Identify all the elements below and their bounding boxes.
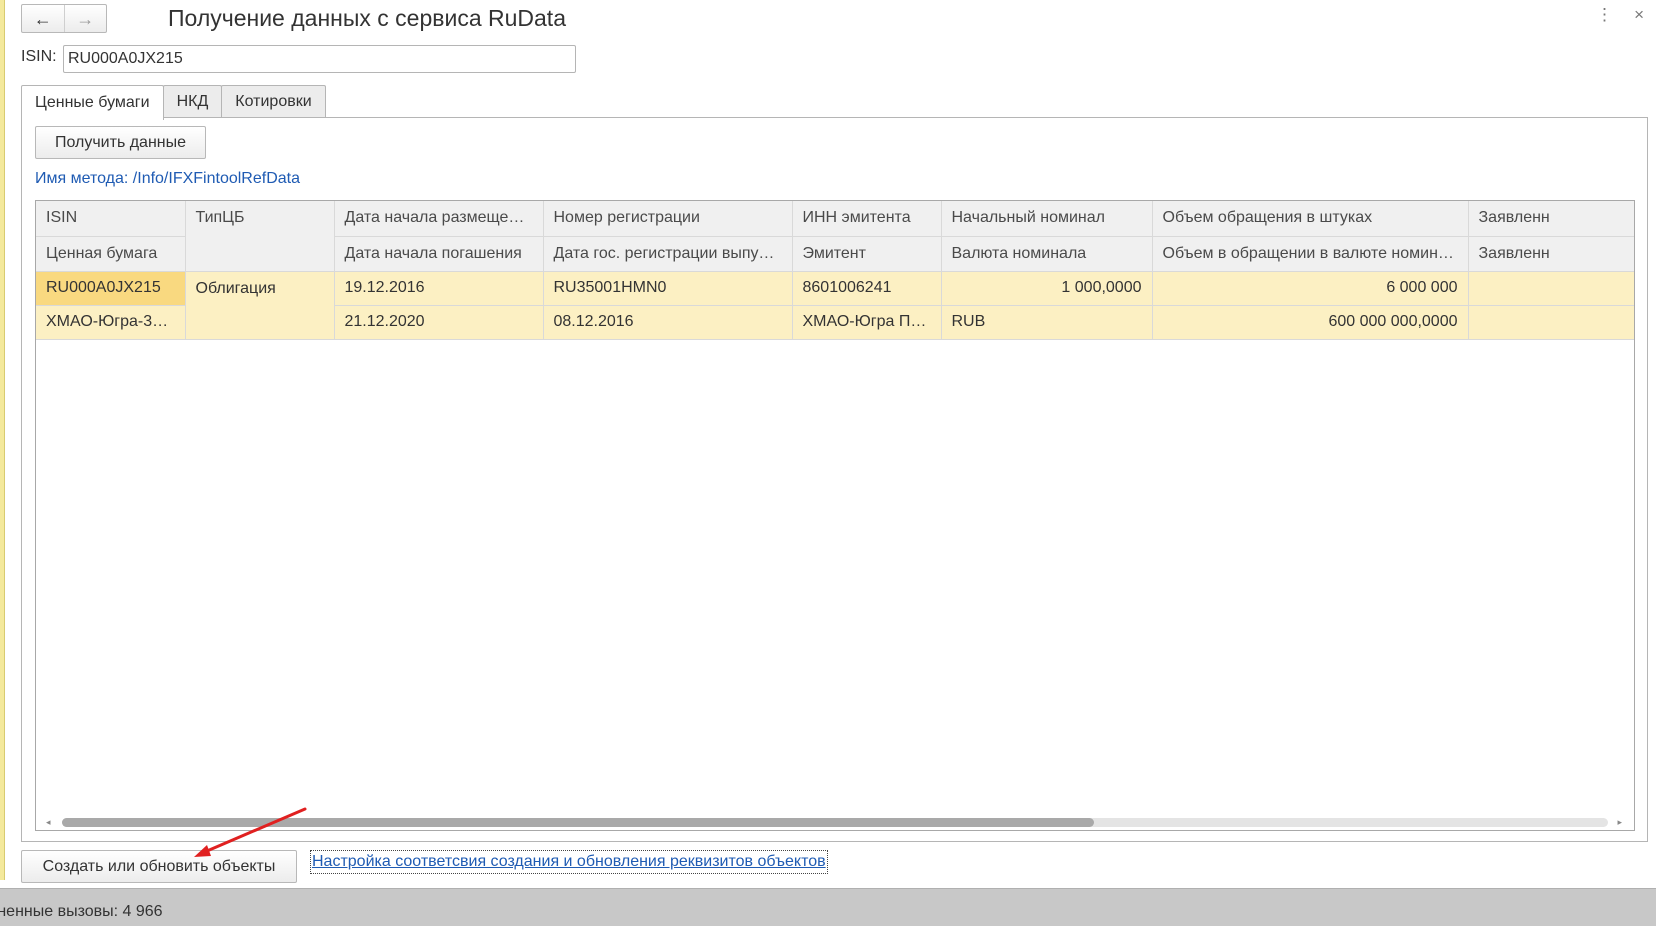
- table-cell[interactable]: RU000A0JX215: [36, 271, 186, 306]
- column-header[interactable]: Объем в обращении в валюте номинала: [1152, 236, 1469, 272]
- scroll-track[interactable]: [62, 818, 1608, 827]
- column-header[interactable]: Ценная бумага: [36, 236, 186, 272]
- tab-nkd[interactable]: НКД: [162, 85, 223, 118]
- column-header[interactable]: Заявленн: [1468, 201, 1634, 237]
- table-cell[interactable]: 6 000 000: [1152, 271, 1469, 306]
- table-cell[interactable]: [1468, 305, 1634, 340]
- column-header[interactable]: ISIN: [36, 201, 186, 237]
- column-header[interactable]: Номер регистрации: [543, 201, 793, 237]
- method-name-label: Имя метода: /Info/IFXFintoolRefData: [35, 170, 300, 187]
- column-header[interactable]: Начальный номинал: [941, 201, 1153, 237]
- table-cell[interactable]: 21.12.2020: [334, 305, 544, 340]
- get-data-button[interactable]: Получить данные: [35, 126, 206, 159]
- navigation-buttons: ← →: [21, 4, 107, 33]
- forward-arrow-icon[interactable]: →: [63, 5, 107, 32]
- column-header[interactable]: ТипЦБ: [185, 201, 335, 272]
- table-cell[interactable]: [1468, 271, 1634, 306]
- left-edge-strip: [0, 0, 5, 880]
- settings-link[interactable]: Настройка соответсвия создания и обновле…: [310, 850, 828, 874]
- create-update-objects-button[interactable]: Создать или обновить объекты: [21, 850, 297, 883]
- close-icon[interactable]: ×: [1634, 6, 1644, 23]
- horizontal-scrollbar[interactable]: ◂ ▸: [36, 814, 1634, 830]
- back-arrow-icon[interactable]: ←: [22, 5, 64, 32]
- table-cell[interactable]: 8601006241: [792, 271, 942, 306]
- tab-securities[interactable]: Ценные бумаги: [21, 85, 164, 120]
- table-cell[interactable]: 600 000 000,0000: [1152, 305, 1469, 340]
- table-cell[interactable]: RUB: [941, 305, 1153, 340]
- column-header[interactable]: Заявленн: [1468, 236, 1634, 272]
- table-cell[interactable]: ХМАО-Югра-35…: [36, 305, 186, 340]
- column-header[interactable]: ИНН эмитента: [792, 201, 942, 237]
- securities-table[interactable]: ISIN ТипЦБ Дата начала размещения Номер …: [35, 200, 1635, 831]
- tab-quotes[interactable]: Котировки: [221, 85, 326, 118]
- column-header[interactable]: Дата гос. регистрации выпуска: [543, 236, 793, 272]
- scroll-right-icon[interactable]: ▸: [1617, 815, 1622, 829]
- isin-label: ISIN:: [21, 48, 57, 65]
- table-cell[interactable]: 1 000,0000: [941, 271, 1153, 306]
- scroll-thumb[interactable]: [62, 818, 1094, 827]
- tab-bar: Ценные бумаги НКД Котировки: [21, 85, 326, 120]
- column-header[interactable]: Дата начала размещения: [334, 201, 544, 237]
- table-row[interactable]: RU000A0JX215 Облигация 19.12.2016 RU3500…: [36, 271, 1634, 340]
- column-header[interactable]: Объем обращения в штуках: [1152, 201, 1469, 237]
- page-title: Получение данных с сервиса RuData: [168, 5, 566, 31]
- table-cell[interactable]: 08.12.2016: [543, 305, 793, 340]
- table-cell[interactable]: ХМАО-Югра Пр…: [792, 305, 942, 340]
- table-cell[interactable]: RU35001HMN0: [543, 271, 793, 306]
- column-header[interactable]: Валюта номинала: [941, 236, 1153, 272]
- more-menu-icon[interactable]: ⋮: [1596, 6, 1613, 23]
- status-text: лненные вызовы: 4 966: [0, 903, 163, 920]
- scroll-left-icon[interactable]: ◂: [46, 815, 51, 829]
- isin-input[interactable]: [63, 45, 576, 73]
- column-header[interactable]: Дата начала погашения: [334, 236, 544, 272]
- table-header-row: ISIN ТипЦБ Дата начала размещения Номер …: [36, 201, 1634, 272]
- column-header[interactable]: Эмитент: [792, 236, 942, 272]
- table-cell[interactable]: 19.12.2016: [334, 271, 544, 306]
- table-cell[interactable]: Облигация: [185, 271, 335, 340]
- status-bar: лненные вызовы: 4 966: [0, 888, 1656, 926]
